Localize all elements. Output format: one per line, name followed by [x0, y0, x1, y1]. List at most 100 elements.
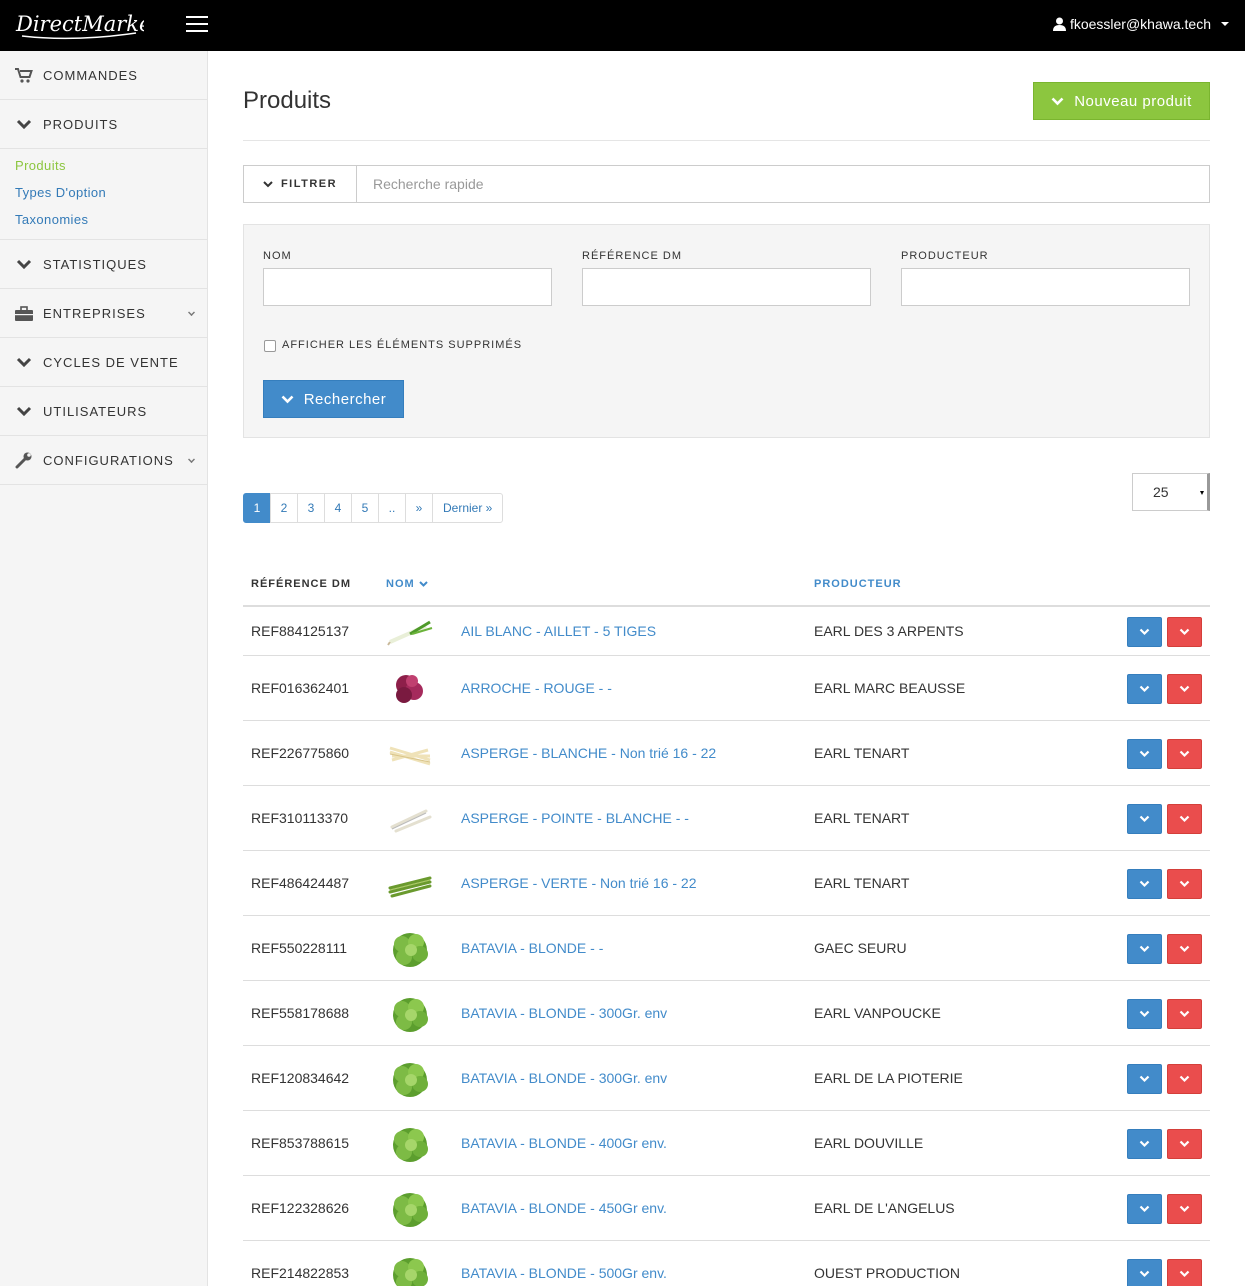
- lettuce-image: [386, 1124, 434, 1164]
- delete-button[interactable]: [1167, 869, 1202, 899]
- sort-desc-icon: [418, 581, 428, 587]
- sidebar-subitem-taxonomies[interactable]: Taxonomies: [0, 207, 207, 234]
- leek-image: [386, 612, 434, 652]
- pagination: 1 2 3 4 5 .. » Dernier »: [243, 493, 504, 523]
- user-email: fkoessler@khawa.tech: [1069, 16, 1211, 32]
- edit-button[interactable]: [1127, 869, 1162, 899]
- edit-button[interactable]: [1127, 674, 1162, 704]
- menu-toggle-icon[interactable]: [186, 16, 208, 34]
- edit-button[interactable]: [1127, 1259, 1162, 1286]
- row-actions: [1127, 869, 1202, 899]
- name-field[interactable]: [263, 268, 552, 306]
- sidebar-item-utilisateurs[interactable]: UTILISATEURS: [0, 387, 207, 436]
- delete-button[interactable]: [1167, 674, 1202, 704]
- product-name-link[interactable]: BATAVIA - BLONDE - 500Gr env.: [461, 1265, 667, 1281]
- sidebar-item-produits[interactable]: PRODUITS: [0, 100, 207, 149]
- edit-button[interactable]: [1127, 934, 1162, 964]
- edit-button[interactable]: [1127, 999, 1162, 1029]
- page-link-last[interactable]: Dernier »: [432, 493, 504, 523]
- delete-button[interactable]: [1167, 739, 1202, 769]
- search-button-label: Rechercher: [303, 390, 387, 408]
- chevron-down-icon: [1179, 815, 1190, 823]
- per-page-select[interactable]: 25: [1132, 473, 1210, 511]
- delete-button[interactable]: [1167, 1064, 1202, 1094]
- page-link-4[interactable]: 4: [324, 493, 352, 523]
- page-title: Produits: [243, 87, 332, 114]
- reference-cell: REF884125137: [251, 623, 350, 639]
- product-name-link[interactable]: BATAVIA - BLONDE - 450Gr env.: [461, 1200, 667, 1216]
- filter-toggle-button[interactable]: FILTRER: [243, 165, 357, 203]
- table-row: REF550228111 BATAVIA - BLONDE - - GAEC SEU…: [243, 916, 1210, 981]
- per-page-value: 25: [1153, 484, 1169, 500]
- white-asparagus-image: [386, 734, 434, 774]
- edit-button[interactable]: [1127, 804, 1162, 834]
- reference-cell: REF016362401: [251, 680, 350, 696]
- search-button[interactable]: Rechercher: [263, 380, 404, 418]
- page-link-next[interactable]: »: [405, 493, 433, 523]
- caret-down-icon: [1221, 22, 1229, 26]
- product-name-link[interactable]: BATAVIA - BLONDE - 300Gr. env: [461, 1070, 667, 1086]
- producer-field[interactable]: [901, 268, 1190, 306]
- column-header-nom[interactable]: NOM: [386, 578, 428, 590]
- product-name-link[interactable]: AIL BLANC - AILLET - 5 TIGES: [461, 623, 656, 639]
- lettuce-image: [386, 1254, 434, 1286]
- column-header-reference[interactable]: RÉFÉRENCE DM: [251, 578, 351, 590]
- sidebar-item-commandes[interactable]: COMMANDES: [0, 51, 207, 100]
- lettuce-image: [386, 929, 434, 969]
- delete-button[interactable]: [1167, 804, 1202, 834]
- page-link-1[interactable]: 1: [243, 493, 271, 523]
- product-name-link[interactable]: BATAVIA - BLONDE - 300Gr. env: [461, 1005, 667, 1021]
- edit-button[interactable]: [1127, 1129, 1162, 1159]
- sidebar-item-cycles-de-vente[interactable]: CYCLES DE VENTE: [0, 338, 207, 387]
- title-divider: [243, 140, 1210, 141]
- sidebar-item-entreprises[interactable]: ENTREPRISES: [0, 289, 207, 338]
- delete-button[interactable]: [1167, 1194, 1202, 1224]
- edit-button[interactable]: [1127, 617, 1162, 647]
- product-name-link[interactable]: ASPERGE - BLANCHE - Non trié 16 - 22: [461, 745, 716, 761]
- delete-button[interactable]: [1167, 1129, 1202, 1159]
- show-deleted-checkbox[interactable]: [264, 340, 276, 352]
- product-name-link[interactable]: BATAVIA - BLONDE - -: [461, 940, 603, 956]
- producer-cell: EARL MARC BEAUSSE: [814, 680, 966, 696]
- chevron-down-icon: [1179, 1075, 1190, 1083]
- page-link-5[interactable]: 5: [351, 493, 379, 523]
- sidebar-item-configurations[interactable]: CONFIGURATIONS: [0, 436, 207, 485]
- reference-field[interactable]: [582, 268, 871, 306]
- product-name-link[interactable]: ASPERGE - VERTE - Non trié 16 - 22: [461, 875, 697, 891]
- column-header-producteur[interactable]: PRODUCTEUR: [814, 578, 902, 590]
- row-actions: [1127, 739, 1202, 769]
- delete-button[interactable]: [1167, 617, 1202, 647]
- sidebar-subitem-types-option[interactable]: Types D'option: [0, 180, 207, 207]
- chevron-down-icon: [1051, 97, 1064, 105]
- producer-cell: EARL VANPOUCKE: [814, 1005, 941, 1021]
- page-link-2[interactable]: 2: [270, 493, 298, 523]
- product-name-link[interactable]: ARROCHE - ROUGE - -: [461, 680, 612, 696]
- table-row: REF226775860 ASPERGE - BLANCHE - Non trié…: [243, 721, 1210, 786]
- table-body: REF884125137 AIL BLANC - AILLET - 5 TIGES…: [243, 607, 1210, 1286]
- directmarket-logo[interactable]: DirectMarket: [14, 4, 160, 46]
- page-link-3[interactable]: 3: [297, 493, 325, 523]
- edit-button[interactable]: [1127, 1064, 1162, 1094]
- chevron-down-icon: [15, 116, 33, 132]
- reference-cell: REF226775860: [251, 745, 350, 761]
- reference-cell: REF310113370: [251, 810, 349, 826]
- user-icon: [1052, 17, 1066, 31]
- edit-button[interactable]: [1127, 739, 1162, 769]
- user-menu[interactable]: fkoessler@khawa.tech: [1052, 16, 1229, 32]
- sidebar-subitem-produits[interactable]: Produits: [0, 153, 207, 180]
- edit-button[interactable]: [1127, 1194, 1162, 1224]
- svg-text:DirectMarket: DirectMarket: [15, 12, 144, 36]
- delete-button[interactable]: [1167, 934, 1202, 964]
- product-name-link[interactable]: ASPERGE - POINTE - BLANCHE - -: [461, 810, 689, 826]
- product-name-link[interactable]: BATAVIA - BLONDE - 400Gr env.: [461, 1135, 667, 1151]
- delete-button[interactable]: [1167, 999, 1202, 1029]
- chevron-down-icon: [1179, 750, 1190, 758]
- chevron-down-icon: [1139, 1010, 1150, 1018]
- new-product-button[interactable]: Nouveau produit: [1033, 82, 1210, 120]
- show-deleted-option: AFFICHER LES ÉLÉMENTS SUPPRIMÉS: [264, 338, 522, 352]
- reference-cell: REF853788615: [251, 1135, 350, 1151]
- delete-button[interactable]: [1167, 1259, 1202, 1286]
- page-link-ellipsis[interactable]: ..: [378, 493, 406, 523]
- sidebar-item-statistiques[interactable]: STATISTIQUES: [0, 240, 207, 289]
- quick-search-input[interactable]: [357, 166, 1209, 202]
